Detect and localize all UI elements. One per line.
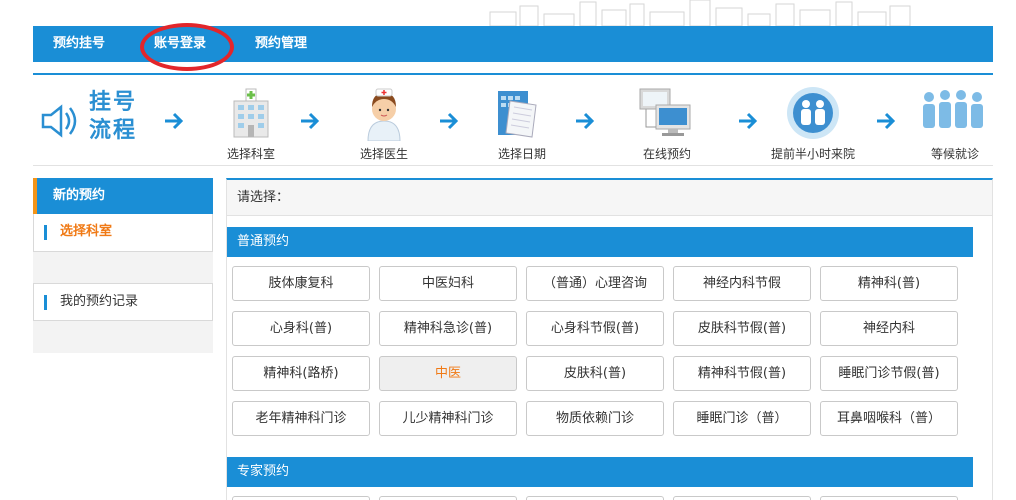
step-label: 选择日期 [497, 147, 547, 161]
speaker-icon [41, 104, 77, 138]
step-label: 等候就诊 [930, 147, 980, 161]
dept-button[interactable]: 皮肤科节假(普) [673, 311, 811, 346]
section-header-regular: 普通预约 [227, 227, 973, 257]
step-label: 在线预约 [642, 147, 692, 161]
dept-button[interactable]: 神经内科节假 [673, 266, 811, 301]
main-panel: 请选择： 普通预约 肢体康复科 中医妇科 （普通）心理咨询 神经内科节假 精神科… [226, 178, 993, 500]
arrow-right-icon [440, 112, 459, 130]
dept-button[interactable]: 精神科急诊(普) [379, 311, 517, 346]
dept-button[interactable]: 儿少精神科门诊 [379, 401, 517, 436]
dept-button[interactable]: 睡眠门诊（普） [673, 401, 811, 436]
step-select-doctor: 选择医生 [354, 87, 414, 161]
computer-icon [639, 88, 691, 136]
section-header-expert: 专家预约 [227, 457, 973, 487]
dept-button-selected[interactable]: 中医 [379, 356, 517, 391]
dept-button[interactable]: 精神科(普) [820, 266, 958, 301]
dept-button[interactable]: 精神科(路桥) [232, 356, 370, 391]
step-label: 提前半小时来院 [770, 147, 856, 161]
nav-appointment-manage[interactable]: 预约管理 [255, 26, 307, 62]
sidebar-header: 新的预约 [33, 178, 213, 214]
step-label: 选择医生 [359, 147, 409, 161]
people-circle-icon [787, 87, 839, 139]
dept-button[interactable] [526, 496, 664, 500]
dept-button[interactable]: 皮肤科(普) [526, 356, 664, 391]
arrow-right-icon [576, 112, 595, 130]
process-title-text: 挂号流程 [89, 90, 138, 143]
dept-button[interactable]: 精神科节假(普) [673, 356, 811, 391]
arrow-right-icon [301, 112, 320, 130]
hospital-icon [233, 88, 269, 138]
sidebar-item-my-records[interactable]: 我的预约记录 [33, 283, 213, 321]
step-label: 选择科室 [226, 147, 276, 161]
select-prompt: 请选择： [227, 180, 992, 216]
dept-button[interactable]: 睡眠门诊节假(普) [820, 356, 958, 391]
waiting-people-icon [923, 90, 983, 128]
highlight-circle [140, 23, 234, 71]
dept-button[interactable]: 中医妇科 [379, 266, 517, 301]
dept-button[interactable]: 肢体康复科 [232, 266, 370, 301]
sidebar-item-select-dept[interactable]: 选择科室 [33, 214, 213, 252]
nurse-icon [367, 88, 401, 142]
dept-button[interactable]: 心身科节假(普) [526, 311, 664, 346]
sidebar: 新的预约 选择科室 我的预约记录 [33, 178, 213, 353]
arrow-right-icon [739, 112, 758, 130]
dept-button[interactable]: 神经内科 [820, 311, 958, 346]
arrow-right-icon [165, 112, 184, 130]
calendar-icon [498, 91, 537, 138]
step-arrive-early: 提前半小时来院 [771, 87, 855, 161]
skyline-decoration [489, 0, 911, 26]
dept-button[interactable]: （普通）心理咨询 [526, 266, 664, 301]
step-online-booking: 在线预约 [637, 87, 697, 161]
dept-button[interactable] [820, 496, 958, 500]
nav-appointment-register[interactable]: 预约挂号 [53, 26, 105, 62]
dept-button[interactable] [232, 496, 370, 500]
step-select-date: 选择日期 [492, 87, 552, 161]
dept-button[interactable]: 物质依赖门诊 [526, 401, 664, 436]
step-select-dept: 选择科室 [221, 87, 281, 161]
arrow-right-icon [877, 112, 896, 130]
process-banner: 挂号流程 选择科室 选择医生 选择日期 在线预约 提前半小时来院 等候就诊 [33, 73, 993, 166]
process-title: 挂号流程 [39, 89, 149, 149]
dept-button[interactable]: 老年精神科门诊 [232, 401, 370, 436]
dept-button[interactable]: 心身科(普) [232, 311, 370, 346]
dept-button[interactable]: 耳鼻咽喉科（普） [820, 401, 958, 436]
dept-button[interactable] [673, 496, 811, 500]
dept-button[interactable] [379, 496, 517, 500]
step-wait-visit: 等候就诊 [921, 87, 989, 161]
